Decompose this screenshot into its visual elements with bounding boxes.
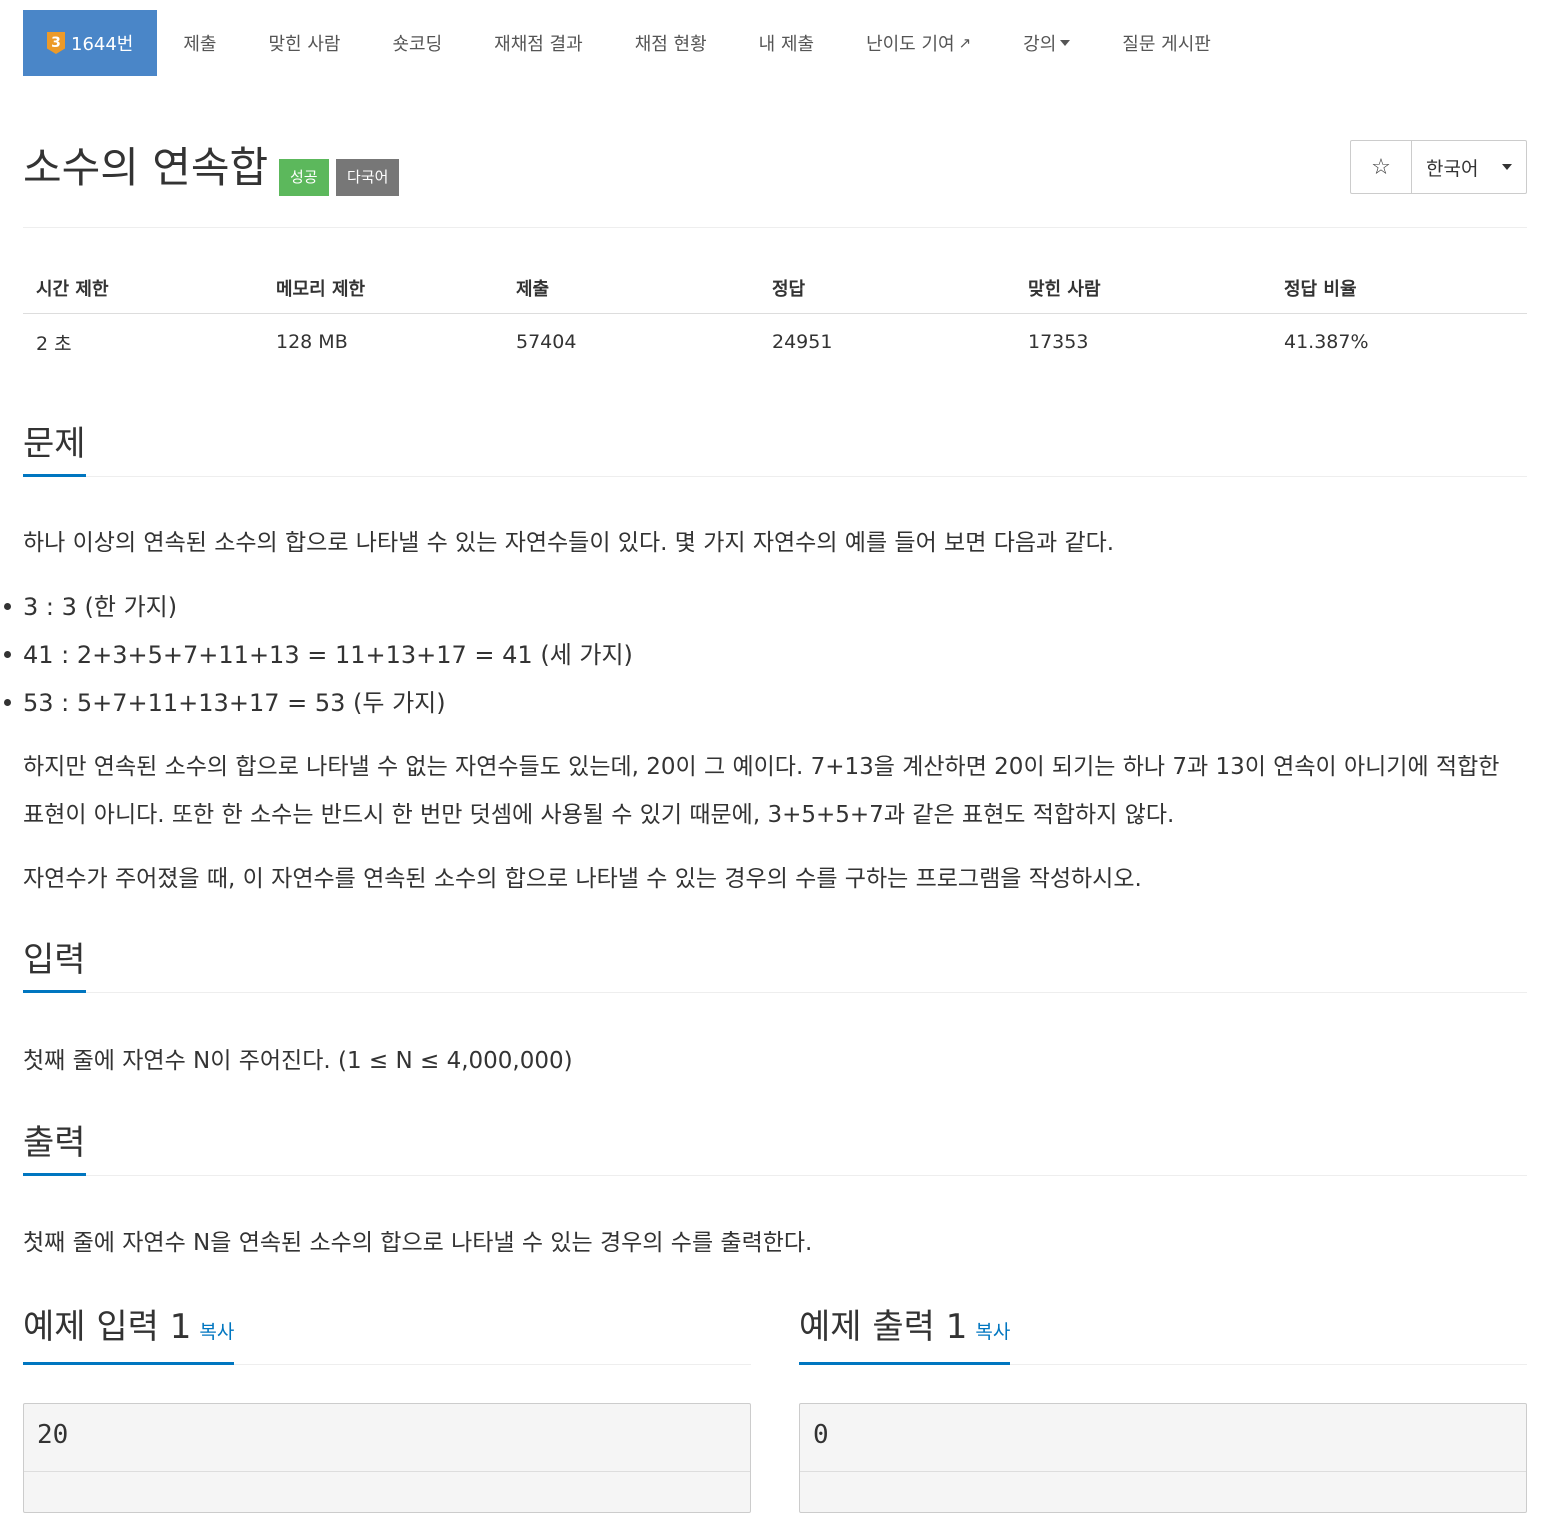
sample-input-title: 예제 입력 1 (23, 1307, 192, 1347)
nav-problem-number[interactable]: 3 1644번 (23, 10, 158, 76)
sample-input-heading: 예제 입력 1 복사 (23, 1303, 235, 1365)
problem-heading: 문제 (23, 420, 86, 477)
title-row: 소수의 연속합 성공 다국어 ☆ 한국어 (23, 140, 1527, 228)
sample-divider (800, 1471, 1526, 1472)
nav-accepted-users[interactable]: 맞힌 사람 (243, 10, 367, 76)
nav-qna-board[interactable]: 질문 게시판 (1096, 10, 1237, 76)
nav-lectures[interactable]: 강의 (997, 10, 1096, 76)
problem-para-3: 자연수가 주어졌을 때, 이 자연수를 연속된 소수의 합으로 나타낼 수 있는… (23, 866, 1142, 892)
copy-sample-output-button[interactable]: 복사 (975, 1321, 1010, 1343)
star-icon[interactable]: ☆ (1351, 141, 1412, 193)
problem-nav: 3 1644번 제출 맞힌 사람 숏코딩 재채점 결과 채점 현황 내 제출 난… (23, 0, 1527, 76)
problem-number: 1644번 (71, 34, 134, 55)
sample-input-value: 20 (37, 1420, 69, 1450)
title-actions: ☆ 한국어 (1350, 140, 1527, 194)
output-heading: 출력 (23, 1119, 86, 1176)
input-heading: 입력 (23, 936, 86, 993)
ratio-value: 41.387% (1284, 331, 1369, 353)
problem-example-list: 3 : 3 (한 가지) 41 : 2+3+5+7+11+13 = 11+13+… (4, 583, 633, 727)
input-description: 첫째 줄에 자연수 N이 주어진다. (1 ≤ N ≤ 4,000,000) (23, 1048, 573, 1074)
multilang-label[interactable]: 다국어 (336, 159, 400, 196)
table-header-row: 시간 제한 메모리 제한 제출 정답 맞힌 사람 정답 비율 (23, 263, 1527, 314)
problem-title: 소수의 연속합 (23, 143, 269, 192)
nav-difficulty-contribution[interactable]: 난이도 기여 ↗ (840, 10, 997, 76)
output-section-header: 출력 (23, 1118, 1527, 1176)
time-limit-value: 2 초 (36, 332, 72, 355)
external-link-icon: ↗ (958, 34, 972, 52)
problem-para-2: 하지만 연속된 소수의 합으로 나타낼 수 없는 자연수들도 있는데, 20이 … (23, 754, 1500, 828)
copy-sample-input-button[interactable]: 복사 (199, 1321, 234, 1343)
list-item: 3 : 3 (한 가지) (4, 583, 633, 631)
sample-input-header: 예제 입력 1 복사 (23, 1302, 751, 1365)
sample-input-box[interactable]: 20 (23, 1403, 751, 1513)
th-ratio: 정답 비율 (1271, 263, 1527, 314)
solved-users-value: 17353 (1028, 331, 1089, 353)
submissions-value: 57404 (516, 331, 577, 353)
th-memory-limit: 메모리 제한 (263, 263, 503, 314)
sample-output-heading: 예제 출력 1 복사 (799, 1303, 1011, 1365)
nav-rejudge-results[interactable]: 재채점 결과 (468, 10, 609, 76)
problem-info-table: 시간 제한 메모리 제한 제출 정답 맞힌 사람 정답 비율 2 초 128 M… (23, 263, 1527, 370)
nav-my-submissions[interactable]: 내 제출 (733, 10, 840, 76)
nav-short-coding[interactable]: 숏코딩 (366, 10, 468, 76)
tier-icon: 3 (47, 32, 65, 54)
nav-status[interactable]: 채점 현황 (609, 10, 733, 76)
problem-section-header: 문제 (23, 419, 1527, 477)
sample-output-header: 예제 출력 1 복사 (799, 1302, 1527, 1365)
caret-down-icon (1060, 40, 1071, 46)
sample-output-box[interactable]: 0 (799, 1403, 1527, 1513)
nav-submit[interactable]: 제출 (157, 10, 242, 76)
problem-intro: 하나 이상의 연속된 소수의 합으로 나타낼 수 있는 자연수들이 있다. 몇 … (23, 530, 1115, 556)
accepted-value: 24951 (772, 331, 833, 353)
memory-limit-value: 128 MB (276, 331, 348, 353)
sample-divider (24, 1471, 750, 1472)
th-accepted: 정답 (759, 263, 1015, 314)
th-time-limit: 시간 제한 (23, 263, 263, 314)
th-solved-users: 맞힌 사람 (1015, 263, 1271, 314)
list-item: 41 : 2+3+5+7+11+13 = 11+13+17 = 41 (세 가지… (4, 631, 633, 679)
list-item: 53 : 5+7+11+13+17 = 53 (두 가지) (4, 679, 633, 727)
table-row: 2 초 128 MB 57404 24951 17353 41.387% (23, 314, 1527, 371)
input-section-header: 입력 (23, 935, 1527, 993)
caret-down-icon (1502, 164, 1513, 170)
success-label: 성공 (279, 159, 329, 196)
nav-lectures-label: 강의 (1023, 34, 1057, 55)
nav-difficulty-label: 난이도 기여 (866, 34, 955, 55)
language-select[interactable]: 한국어 (1412, 141, 1526, 193)
output-description: 첫째 줄에 자연수 N을 연속된 소수의 합으로 나타낼 수 있는 경우의 수를… (23, 1230, 813, 1256)
th-submissions: 제출 (503, 263, 759, 314)
language-label: 한국어 (1426, 157, 1479, 180)
sample-output-value: 0 (813, 1420, 829, 1450)
sample-output-title: 예제 출력 1 (799, 1307, 968, 1347)
